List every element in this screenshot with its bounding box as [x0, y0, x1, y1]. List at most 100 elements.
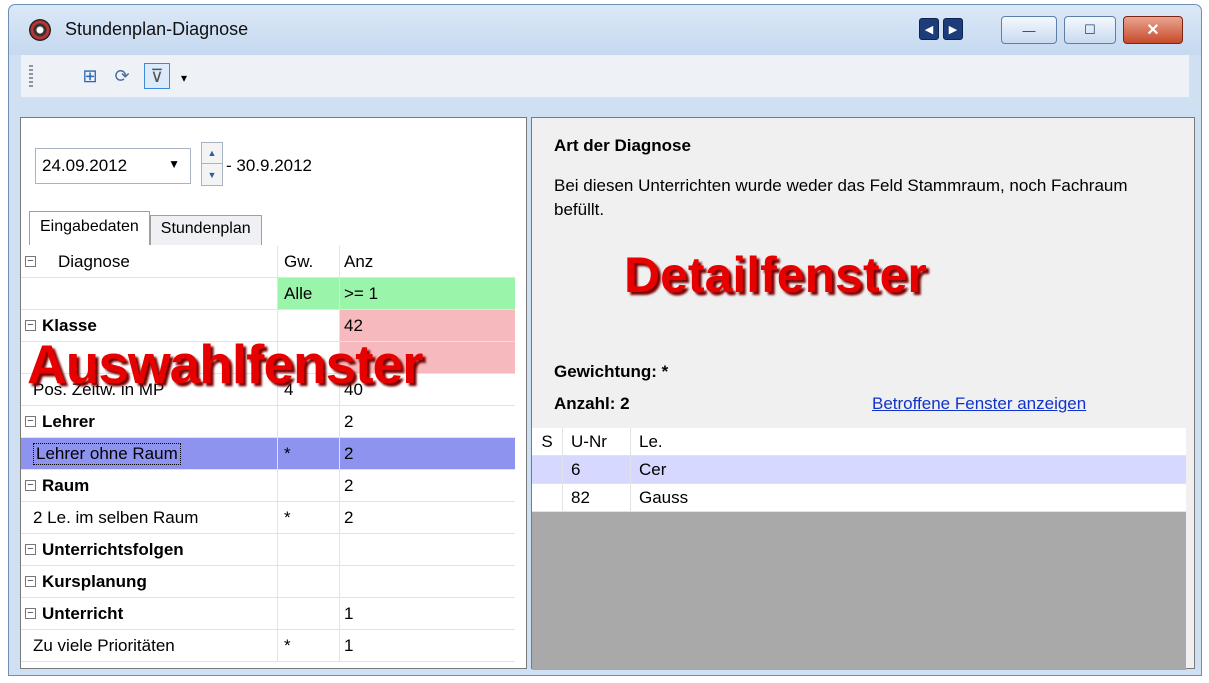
diagnose-header-label: Diagnose: [58, 251, 130, 271]
row-label: 2 Le. im selben Raum: [33, 507, 199, 527]
table-row-selected[interactable]: 6 Cer: [532, 456, 1186, 484]
diagnosis-description: Bei diesen Unterrichten wurde weder das …: [554, 176, 1128, 219]
week-spinner[interactable]: ▲ ▼: [201, 142, 223, 186]
grid-header-row: − Diagnose Gw. Anz: [21, 246, 515, 278]
diagnosis-type-title: Art der Diagnose: [554, 136, 691, 155]
collapse-icon[interactable]: −: [25, 576, 36, 587]
table-row[interactable]: Zu viele Prioritäten * 1: [21, 630, 515, 662]
row-weight: [277, 406, 339, 437]
count-column-header[interactable]: Anz: [339, 246, 515, 277]
weight-label: Gewichtung: *: [554, 362, 669, 381]
refresh-tool-icon[interactable]: ⟳: [109, 63, 135, 89]
close-button[interactable]: ✕: [1123, 16, 1183, 44]
collapse-all-icon[interactable]: −: [25, 256, 36, 267]
group-label: Raum: [42, 475, 90, 495]
row-count: [339, 534, 515, 565]
tab-eingabedaten[interactable]: Eingabedaten: [29, 211, 150, 245]
table-row[interactable]: − Unterricht 1: [21, 598, 515, 630]
row-s: [532, 456, 562, 484]
count-label: Anzahl: 2: [554, 394, 630, 413]
group-label: Unterrichtsfolgen: [42, 539, 184, 559]
detail-pane-overlay-label: Detailfenster: [624, 247, 927, 303]
diagnosis-grid: − Diagnose Gw. Anz Alle >= 1 − Klasse 42 …: [21, 246, 515, 662]
filter-cell-diagnose[interactable]: [25, 278, 277, 309]
s-column-header[interactable]: S: [532, 428, 562, 456]
row-count: 1: [339, 630, 515, 661]
row-unr: 6: [562, 456, 630, 484]
clock-app-icon: [29, 19, 51, 41]
filter-row: Alle >= 1: [21, 278, 515, 310]
row-weight: [277, 470, 339, 501]
table-row[interactable]: − Kursplanung: [21, 566, 515, 598]
collapse-icon[interactable]: −: [25, 608, 36, 619]
start-date-value: 24.09.2012: [42, 156, 128, 175]
collapse-icon[interactable]: −: [25, 416, 36, 427]
spin-down-icon[interactable]: ▼: [202, 164, 222, 185]
row-label: − Raum: [25, 470, 277, 501]
row-weight: *: [277, 630, 339, 661]
row-label: − Kursplanung: [25, 566, 277, 597]
selection-pane: 24.09.2012 ▼ ▲ ▼ - 30.9.2012 Eingabedate…: [20, 117, 527, 669]
selection-pane-overlay-label: Auswahlfenster: [27, 333, 424, 395]
table-row[interactable]: − Raum 2: [21, 470, 515, 502]
collapse-icon[interactable]: −: [25, 544, 36, 555]
toolbar: ⊞ ⟳ ⊽ ▾: [21, 55, 1189, 97]
toolbar-grip[interactable]: [29, 65, 33, 89]
window-title: Stundenplan-Diagnose: [65, 19, 249, 39]
end-date-label: - 30.9.2012: [226, 156, 313, 175]
table-row[interactable]: − Lehrer 2: [21, 406, 515, 438]
row-count: 2: [339, 438, 515, 469]
table-row[interactable]: 2 Le. im selben Raum * 2: [21, 502, 515, 534]
minimize-button[interactable]: —: [1001, 16, 1057, 44]
detail-pane: Art der Diagnose Bei diesen Unterrichten…: [531, 117, 1195, 670]
start-date-picker[interactable]: 24.09.2012 ▼: [35, 148, 191, 184]
detail-header-row: S U-Nr Le.: [532, 428, 1186, 456]
collapse-icon[interactable]: −: [25, 480, 36, 491]
row-weight: *: [277, 438, 339, 469]
row-weight: [277, 566, 339, 597]
row-s: [532, 484, 562, 512]
selected-row-text: Lehrer ohne Raum: [33, 442, 181, 465]
row-label: − Unterricht: [25, 598, 277, 629]
row-weight: [277, 534, 339, 565]
diagnose-column-header[interactable]: − Diagnose: [25, 246, 277, 277]
tab-strip: Eingabedaten Stundenplan: [29, 211, 262, 245]
collapse-icon[interactable]: −: [25, 320, 36, 331]
row-weight: *: [277, 502, 339, 533]
tab-stundenplan[interactable]: Stundenplan: [149, 215, 262, 245]
toolbar-dropdown-arrow-icon[interactable]: ▾: [181, 71, 187, 85]
row-unr: 82: [562, 484, 630, 512]
group-label: Unterricht: [42, 603, 124, 623]
row-count: 2: [339, 502, 515, 533]
table-row-selected[interactable]: Lehrer ohne Raum * 2: [21, 438, 515, 470]
weight-column-header[interactable]: Gw.: [277, 246, 339, 277]
unr-column-header[interactable]: U-Nr: [562, 428, 630, 456]
row-label: Lehrer ohne Raum: [25, 438, 277, 469]
count-filter[interactable]: >= 1: [339, 278, 515, 309]
filter-tool-icon[interactable]: ⊽: [144, 63, 170, 89]
next-window-button[interactable]: ▶: [943, 18, 963, 40]
spin-up-icon[interactable]: ▲: [202, 143, 222, 164]
affected-lessons-table: S U-Nr Le. 6 Cer 82 Gauss: [532, 428, 1186, 670]
show-affected-windows-link[interactable]: Betroffene Fenster anzeigen: [872, 394, 1086, 414]
row-count: 1: [339, 598, 515, 629]
table-row[interactable]: − Unterrichtsfolgen: [21, 534, 515, 566]
table-row[interactable]: 82 Gauss: [532, 484, 1186, 512]
group-label: Lehrer: [42, 411, 95, 431]
row-count: 2: [339, 470, 515, 501]
row-label: − Lehrer: [25, 406, 277, 437]
group-label: Kursplanung: [42, 571, 147, 591]
previous-window-button[interactable]: ◀: [919, 18, 939, 40]
row-count: 2: [339, 406, 515, 437]
title-bar: Stundenplan-Diagnose ◀ ▶ — ☐ ✕: [9, 5, 1201, 55]
grid-tool-icon[interactable]: ⊞: [77, 63, 103, 89]
row-teacher: Gauss: [630, 484, 1186, 512]
chevron-down-icon[interactable]: ▼: [168, 157, 180, 171]
weight-filter[interactable]: Alle: [277, 278, 339, 309]
row-teacher: Cer: [630, 456, 1186, 484]
maximize-button[interactable]: ☐: [1064, 16, 1116, 44]
row-count: [339, 566, 515, 597]
teacher-column-header[interactable]: Le.: [630, 428, 1186, 456]
row-weight: [277, 598, 339, 629]
row-label: Zu viele Prioritäten: [33, 635, 175, 655]
